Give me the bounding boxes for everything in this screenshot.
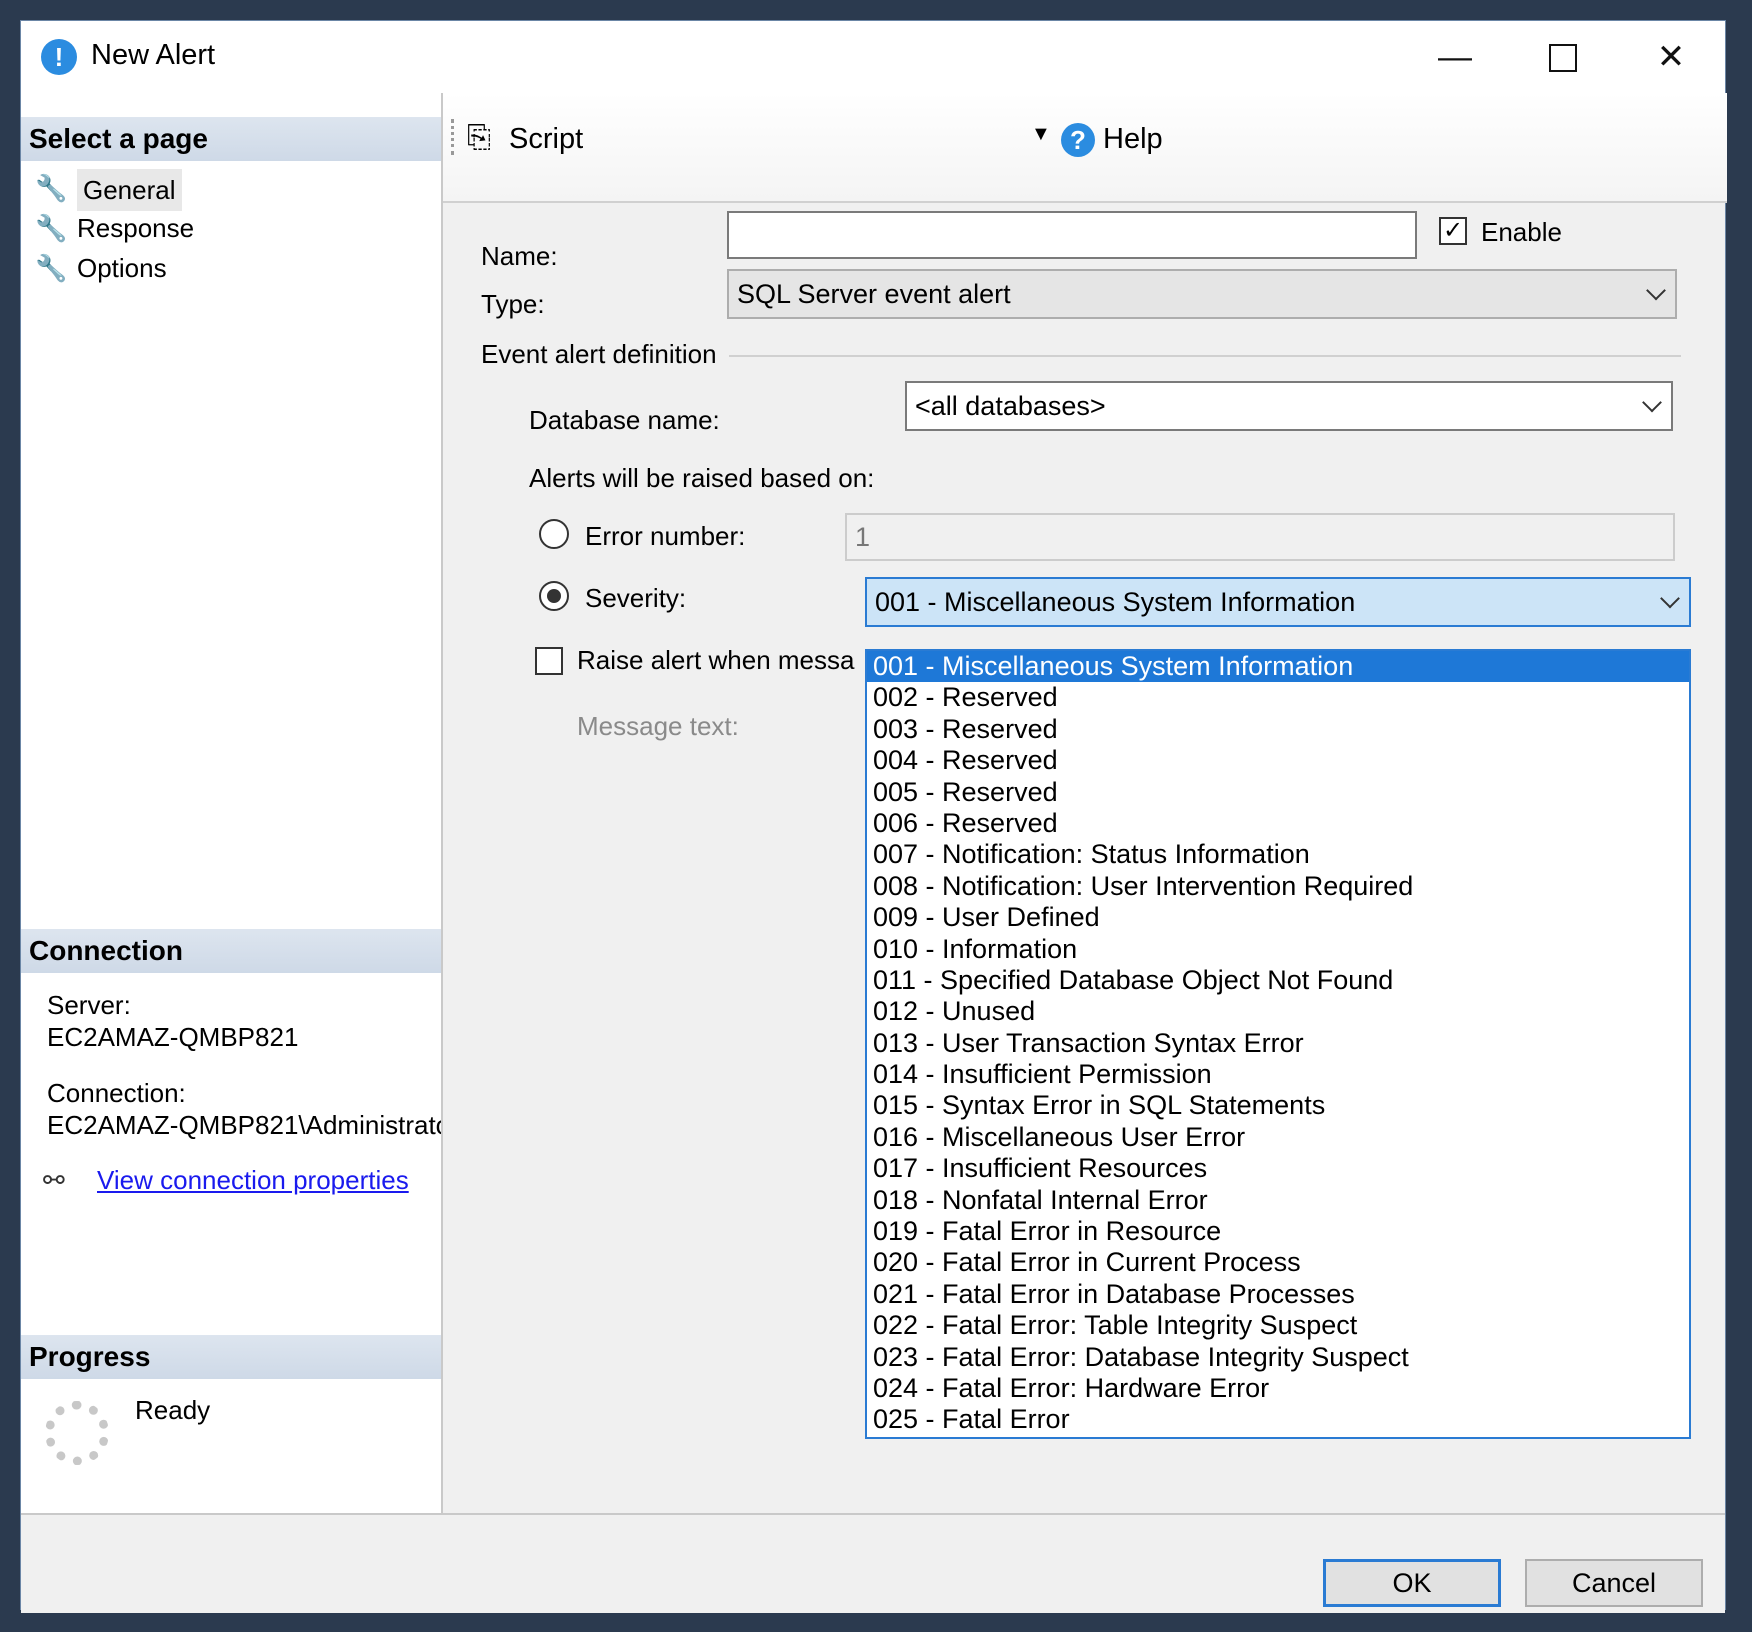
database-name-value: <all databases>: [915, 391, 1106, 421]
connection-label: Connection:: [47, 1078, 186, 1108]
help-button[interactable]: Help: [1103, 121, 1163, 157]
connection-value: EC2AMAZ-QMBP821\Administrator: [47, 1110, 441, 1140]
toolbar: ⎘ Script ▼ ? Help: [443, 93, 1727, 203]
chevron-down-icon: [1642, 392, 1662, 413]
server-label: Server:: [47, 990, 131, 1020]
event-alert-group-label: Event alert definition: [481, 339, 717, 369]
page-item-label: Options: [77, 253, 167, 283]
severity-option[interactable]: 016 - Miscellaneous User Error: [867, 1122, 1689, 1153]
severity-option[interactable]: 001 - Miscellaneous System Information: [867, 651, 1689, 683]
cancel-button[interactable]: Cancel: [1525, 1559, 1703, 1607]
page-item-response[interactable]: 🔧 Response: [35, 209, 194, 247]
severity-select-value: 001 - Miscellaneous System Information: [875, 587, 1356, 617]
severity-option[interactable]: 020 - Fatal Error in Current Process: [867, 1247, 1689, 1278]
severity-option[interactable]: 024 - Fatal Error: Hardware Error: [867, 1373, 1689, 1404]
raise-alert-message-label: Raise alert when messa: [577, 645, 855, 675]
severity-option[interactable]: 018 - Nonfatal Internal Error: [867, 1185, 1689, 1216]
button-bar: OK Cancel: [21, 1513, 1725, 1613]
page-item-options[interactable]: 🔧 Options: [35, 249, 167, 287]
severity-option[interactable]: 014 - Insufficient Permission: [867, 1059, 1689, 1090]
title-bar: ! New Alert — ✕: [21, 21, 1725, 93]
new-alert-dialog: ! New Alert — ✕ Select a page 🔧 General …: [20, 20, 1727, 1613]
severity-option[interactable]: 013 - User Transaction Syntax Error: [867, 1028, 1689, 1059]
left-pane: Select a page 🔧 General 🔧 Response 🔧 Opt…: [21, 93, 443, 1513]
severity-option[interactable]: 003 - Reserved: [867, 714, 1689, 745]
severity-option[interactable]: 017 - Insufficient Resources: [867, 1153, 1689, 1184]
type-select-value: SQL Server event alert: [737, 279, 1011, 309]
alerts-raised-label: Alerts will be raised based on:: [529, 463, 875, 493]
chevron-down-icon: [1646, 280, 1666, 301]
chevron-down-icon: [1660, 588, 1680, 609]
script-button[interactable]: Script: [509, 121, 583, 157]
severity-option[interactable]: 015 - Syntax Error in SQL Statements: [867, 1090, 1689, 1121]
help-icon: ?: [1061, 123, 1095, 157]
minimize-button[interactable]: —: [1425, 31, 1485, 83]
view-connection-properties-link[interactable]: View connection properties: [97, 1165, 409, 1196]
select-page-header: Select a page: [21, 117, 441, 161]
severity-option[interactable]: 019 - Fatal Error in Resource: [867, 1216, 1689, 1247]
enable-label: Enable: [1481, 217, 1562, 247]
severity-option[interactable]: 023 - Fatal Error: Database Integrity Su…: [867, 1342, 1689, 1373]
severity-option[interactable]: 007 - Notification: Status Information: [867, 839, 1689, 870]
progress-spinner-icon: [45, 1401, 109, 1465]
progress-header: Progress: [21, 1335, 441, 1379]
severity-option[interactable]: 025 - Fatal Error: [867, 1404, 1689, 1435]
severity-option[interactable]: 006 - Reserved: [867, 808, 1689, 839]
script-icon: ⎘: [467, 121, 491, 154]
severity-option[interactable]: 009 - User Defined: [867, 902, 1689, 933]
raise-alert-message-checkbox[interactable]: [535, 647, 563, 675]
toolbar-grip: [451, 119, 458, 155]
severity-option[interactable]: 004 - Reserved: [867, 745, 1689, 776]
maximize-icon: [1549, 44, 1577, 72]
severity-option[interactable]: 010 - Information: [867, 934, 1689, 965]
severity-label: Severity:: [585, 583, 687, 613]
page-item-general[interactable]: 🔧 General: [35, 169, 182, 211]
name-label: Name:: [481, 241, 558, 271]
type-select[interactable]: SQL Server event alert: [727, 269, 1677, 319]
page-item-label: Response: [77, 213, 195, 243]
enable-checkbox[interactable]: ✓: [1439, 217, 1467, 245]
connection-header: Connection: [21, 929, 441, 973]
server-value: EC2AMAZ-QMBP821: [47, 1022, 299, 1052]
script-dropdown-icon[interactable]: ▼: [1031, 123, 1051, 146]
close-button[interactable]: ✕: [1641, 31, 1701, 83]
error-number-input[interactable]: [845, 513, 1675, 561]
severity-option[interactable]: 002 - Reserved: [867, 682, 1689, 713]
severity-option[interactable]: 012 - Unused: [867, 996, 1689, 1027]
severity-select[interactable]: 001 - Miscellaneous System Information: [865, 577, 1691, 627]
name-input[interactable]: [727, 211, 1417, 259]
group-divider: [729, 355, 1681, 357]
connection-properties-icon: ⚯: [43, 1165, 65, 1195]
error-number-radio[interactable]: [539, 519, 569, 549]
wrench-icon: 🔧: [35, 213, 68, 243]
alert-info-icon: !: [41, 39, 77, 75]
severity-option[interactable]: 021 - Fatal Error in Database Processes: [867, 1279, 1689, 1310]
database-name-select[interactable]: <all databases>: [905, 381, 1673, 431]
maximize-button[interactable]: [1533, 31, 1593, 83]
severity-option[interactable]: 022 - Fatal Error: Table Integrity Suspe…: [867, 1310, 1689, 1341]
database-name-label: Database name:: [529, 405, 720, 435]
wrench-icon: 🔧: [35, 173, 68, 203]
progress-status: Ready: [135, 1395, 211, 1425]
severity-option[interactable]: 011 - Specified Database Object Not Foun…: [867, 965, 1689, 996]
window-title: New Alert: [91, 39, 216, 71]
type-label: Type:: [481, 289, 545, 319]
page-item-label: General: [77, 169, 182, 211]
severity-option[interactable]: 008 - Notification: User Intervention Re…: [867, 871, 1689, 902]
severity-radio[interactable]: [539, 581, 569, 611]
severity-dropdown-list[interactable]: 001 - Miscellaneous System Information 00…: [865, 649, 1691, 1439]
message-text-label: Message text:: [577, 711, 739, 741]
error-number-label: Error number:: [585, 521, 746, 551]
severity-option[interactable]: 005 - Reserved: [867, 777, 1689, 808]
wrench-icon: 🔧: [35, 253, 68, 283]
ok-button[interactable]: OK: [1323, 1559, 1501, 1607]
